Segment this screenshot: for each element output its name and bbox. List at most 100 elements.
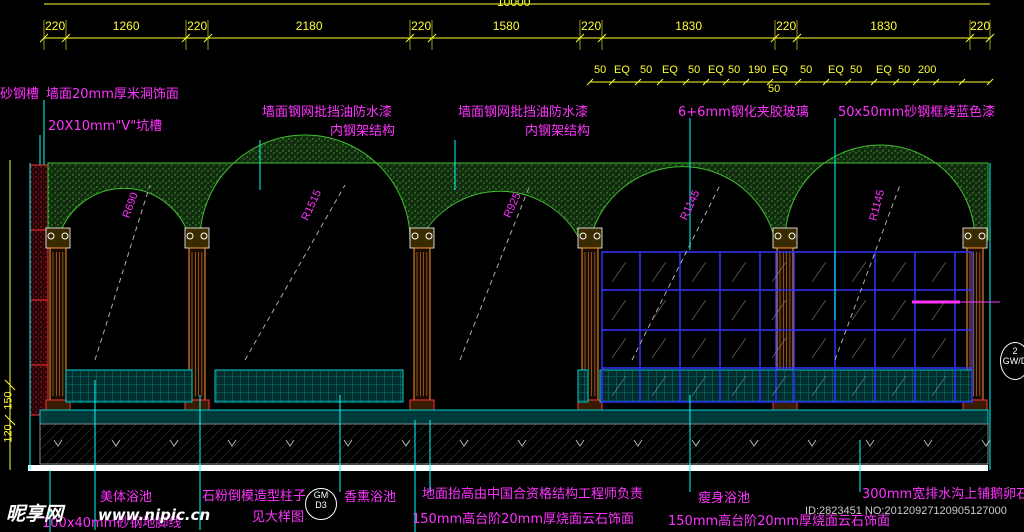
top-dimension-label: 220 [581, 19, 602, 33]
section-ref-bottom: GW/D [1002, 355, 1024, 366]
top-dimension-label: 220 [776, 19, 797, 33]
column-shaft [413, 247, 431, 401]
sub-dimension-label: 200 [918, 64, 937, 76]
note-glass: 6+6mm钢化夹胶玻璃 [678, 105, 809, 120]
pool-slimming [599, 369, 973, 403]
top-dimension-chain [39, 33, 995, 43]
note-inner-frame-2: 内钢架结构 [525, 124, 591, 139]
section-reference-tag: 2 GW/D [1000, 342, 1024, 380]
note-floor: 地面抬高由中国合资格结构工程师负责 [422, 487, 644, 502]
sub-dimension-chain [586, 78, 994, 86]
glass-reflection [651, 337, 667, 359]
sub-dimension-label: EQ [614, 64, 630, 76]
floor-base [39, 423, 989, 465]
note-step-1: 150mm高台阶20mm厚烧面云石饰面 [412, 512, 635, 527]
column-base [409, 399, 435, 411]
note-drain: 300mm宽排水沟上铺鹅卵石 [862, 487, 1024, 502]
glass-reflection [931, 261, 947, 283]
overall-dimension-label: 10000 [497, 0, 531, 9]
glass-reflection [651, 261, 667, 283]
column-capital [772, 227, 798, 249]
watermark-logo: 昵享网 [6, 503, 64, 525]
sub-dimension-label: EQ [708, 64, 724, 76]
note-v-groove: 20X10mm"V"坑槽 [48, 119, 163, 134]
detail-ref-top: GM [313, 490, 329, 500]
left-dim-120: 120 [2, 424, 15, 443]
column-capital [45, 227, 71, 249]
sub-dimension-label: EQ [876, 64, 892, 76]
glass-reflection [931, 337, 947, 359]
cad-elevation-drawing: 10000 220 1260 220 2180 220 1580 220 1830 220 183… [0, 0, 1024, 532]
top-dimension-label: 1580 [492, 19, 520, 33]
left-wall-section [29, 164, 49, 416]
note-wall-finish: 墙面20mm厚米洞饰面 [46, 87, 179, 102]
left-dim-150: 150 [2, 391, 15, 410]
section-ref-top: 2 [1012, 346, 1018, 356]
sub-dimension-label: EQ [772, 64, 788, 76]
elevation-canvas [4, 3, 1000, 532]
watermark-url: www.nipic.cn [98, 506, 211, 524]
sub-dimension-label: 50 [594, 64, 607, 76]
column [409, 227, 435, 411]
glass-reflection [731, 337, 747, 359]
note-column-2: 见大样图 [252, 510, 305, 525]
column-capital [409, 227, 435, 249]
top-dimension-label: 220 [411, 19, 432, 33]
sub-dimension-label: 190 [748, 64, 767, 76]
top-dimension-label: 220 [187, 19, 208, 33]
note-pool-1: 美体浴池 [100, 490, 153, 505]
top-dimension-label: 2180 [295, 19, 323, 33]
glass-reflection [891, 299, 907, 321]
glass-reflection [611, 261, 627, 283]
glass-reflection [851, 261, 867, 283]
glass-reflection [691, 261, 707, 283]
detail-ref-bottom: D3 [315, 499, 327, 510]
glass-reflection [731, 261, 747, 283]
sub-dimension-label: EQ [662, 64, 678, 76]
glass-reflection [851, 299, 867, 321]
sub-dimension-label: 50 [850, 64, 863, 76]
column-capital [577, 227, 603, 249]
note-steel-mesh-2: 墙面钢网批挡油防水漆 [458, 105, 589, 120]
watermark-id: ID:2823451 NO:20120927120905127000 [805, 505, 1007, 517]
glass-reflection [691, 299, 707, 321]
column-shaft [49, 247, 67, 401]
glass-reflection [891, 261, 907, 283]
sub-dimension-extra: 50 [768, 83, 781, 95]
note-pool-3: 瘦身浴池 [698, 491, 751, 506]
floor-slab [39, 409, 989, 425]
glass-reflection [691, 337, 707, 359]
pool-body-beauty [65, 369, 193, 403]
ground-line [28, 465, 988, 471]
glass-reflection [811, 299, 827, 321]
glass-reflection [611, 299, 627, 321]
top-dimension-label: 1830 [870, 19, 897, 33]
sub-dimension-label: 50 [800, 64, 813, 76]
sub-dimension-label: 50 [640, 64, 653, 76]
note-steel-mesh-1: 墙面钢网批挡油防水漆 [262, 105, 393, 120]
top-dimension-label: 220 [45, 19, 66, 33]
note-column: 石粉倒模造型柱子 [202, 489, 307, 504]
sub-dimension-label: 50 [688, 64, 701, 76]
note-pool-2: 香熏浴池 [344, 490, 397, 505]
top-dimension-label: 1830 [675, 19, 702, 33]
sub-dimension-label: 50 [728, 64, 741, 76]
column-capital [184, 227, 210, 249]
glass-reflection [891, 337, 907, 359]
glass-reflection [811, 337, 827, 359]
pool-edge [577, 369, 589, 403]
glass-reflection [851, 337, 867, 359]
note-inner-frame-1: 内钢架结构 [330, 124, 396, 139]
sub-dimension-label: 50 [898, 64, 911, 76]
sub-dimension-label: EQ [828, 64, 844, 76]
arched-stone-wall [47, 134, 989, 241]
note-edge-groove: 砂钢槽 [0, 87, 40, 102]
note-steel-frame: 50x50mm砂钢框烤蓝色漆 [838, 105, 996, 120]
glass-reflection [811, 261, 827, 283]
glass-reflection [611, 337, 627, 359]
top-dimension-label: 1260 [112, 19, 140, 33]
detail-reference-tag: GM D3 [305, 488, 337, 520]
pool-aroma [214, 369, 404, 403]
column-capital [962, 227, 988, 249]
glass-reflection [731, 299, 747, 321]
